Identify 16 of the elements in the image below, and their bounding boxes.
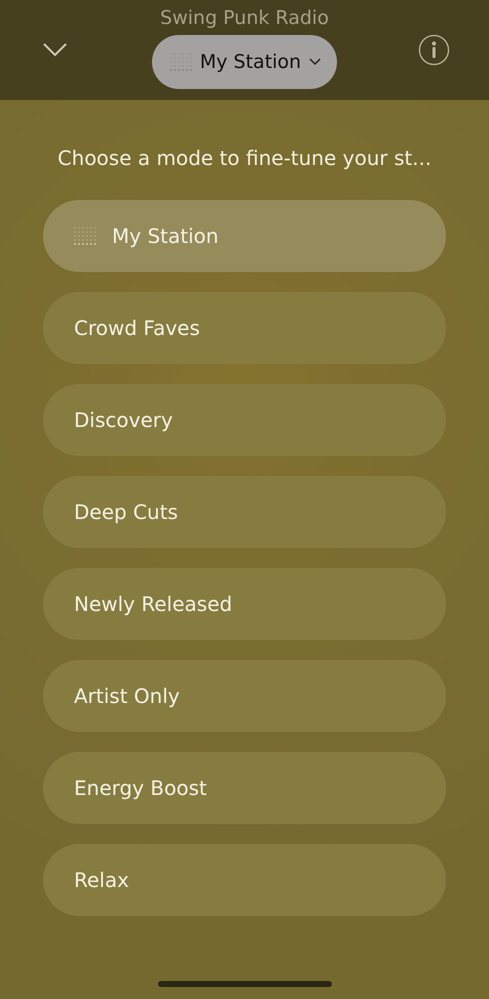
mode-option[interactable]: Discovery [43, 384, 446, 456]
mode-option[interactable]: Newly Released [43, 568, 446, 640]
mode-prompt: Choose a mode to fine-tune your st... [56, 146, 432, 170]
mode-option[interactable]: Relax [43, 844, 446, 916]
station-title: Swing Punk Radio [160, 7, 329, 29]
dot-grid-icon [170, 53, 192, 71]
mode-option[interactable]: Energy Boost [43, 752, 446, 824]
dot-grid-icon [74, 227, 96, 245]
caret-icon [309, 58, 322, 66]
mode-option[interactable]: Artist Only [43, 660, 446, 732]
mode-option[interactable]: Crowd Faves [43, 292, 446, 364]
mode-option[interactable]: Deep Cuts [43, 476, 446, 548]
mode-option[interactable]: My Station [43, 200, 446, 272]
station-mode-dropdown[interactable]: My Station [152, 35, 338, 89]
info-icon[interactable] [418, 34, 450, 66]
collapse-chevron-icon[interactable] [42, 42, 68, 58]
